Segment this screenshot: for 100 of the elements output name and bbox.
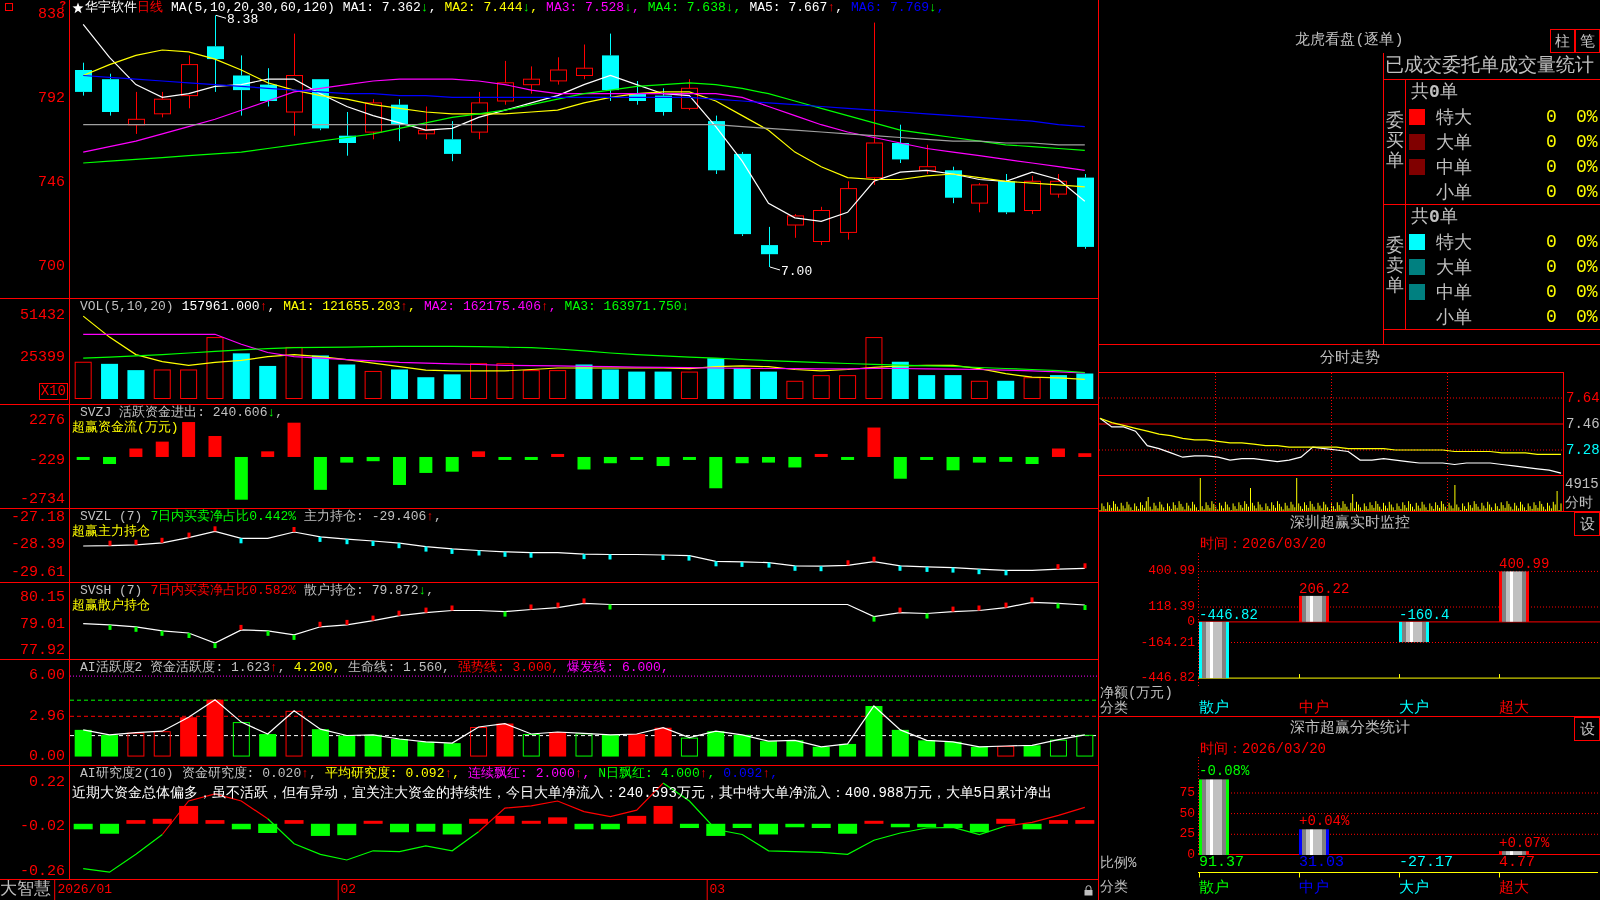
order-size-label: 小单: [1436, 181, 1473, 204]
square-icon[interactable]: [5, 3, 13, 11]
axis-tick-label: 746: [38, 175, 65, 192]
view-mode-button[interactable]: 柱: [1550, 29, 1575, 53]
candle: [655, 87, 672, 117]
settings-button[interactable]: 设: [1574, 512, 1600, 536]
order-total: 共0单: [1410, 206, 1459, 229]
axis-tick-label: -446.82: [1140, 670, 1195, 686]
order-count: 0: [1546, 131, 1558, 152]
legend-item: AI活跃度2: [80, 660, 143, 675]
panel-title: 龙虎看盘(逐单): [1294, 32, 1405, 51]
candle: [761, 226, 778, 268]
date-label: 02: [337, 880, 357, 900]
category-label: 超大: [1498, 879, 1530, 899]
period-label: 日线: [137, 0, 163, 15]
axis-tick-label: -27.18: [11, 510, 65, 526]
category-label: 散户: [1198, 879, 1230, 899]
candle: [1050, 173, 1067, 199]
candle: [154, 91, 171, 118]
candle: [181, 54, 198, 109]
legend-item: 强势线: 3.000,: [457, 660, 560, 675]
candle: [787, 213, 804, 239]
axis-tick-label: 7.64: [1566, 390, 1600, 406]
group-label: 委买单: [1385, 112, 1404, 172]
legend-item: SVZL (7): [80, 509, 143, 524]
candle: [919, 144, 936, 175]
candle: [892, 124, 909, 164]
axis-tick-label: 80.15: [20, 590, 65, 607]
order-count: 0: [1546, 181, 1558, 202]
axis-tick-label: 792: [38, 91, 65, 108]
axis-title: 分类: [1099, 701, 1129, 716]
category-label: 超大: [1498, 701, 1530, 716]
legend-item: SVSH (7): [80, 583, 143, 598]
panel-title: 分时走势: [1318, 348, 1381, 369]
candle: [365, 98, 382, 140]
axis-tick-label: 4915: [1565, 476, 1599, 492]
panel-title: 深市超赢分类统计: [1288, 720, 1411, 738]
candle: [471, 91, 488, 140]
legend-item: 散户持仓: 79.872↓,: [304, 583, 435, 598]
legend-item: 主力持仓: -29.406↑,: [304, 509, 442, 524]
axis-tick-label: 25: [1179, 826, 1195, 843]
order-percent: 0%: [1576, 306, 1599, 327]
order-count: 0: [1546, 281, 1558, 302]
group-label: 委卖单: [1385, 237, 1404, 297]
legend-item: 连续飘红: 2.000↑,: [468, 766, 591, 781]
legend-item: 爆发线: 6.000,: [567, 660, 669, 675]
axis-tick-label: 75: [1179, 784, 1195, 801]
legend-item: MA1: 121655.203↑,: [283, 299, 416, 314]
value-label: 4.77: [1498, 855, 1536, 871]
order-percent: 0%: [1576, 181, 1599, 202]
chart-caption: 超赢主力持仓: [72, 524, 151, 539]
category-label: 大户: [1398, 879, 1430, 899]
legend-item: 资金研究度: 0.020↑,: [181, 766, 317, 781]
legend-item: 活跃资金进出: 240.606↓,: [119, 405, 284, 420]
order-size-label: 大单: [1436, 256, 1473, 279]
order-size-label: 特大: [1436, 106, 1473, 129]
order-count: 0: [1546, 231, 1558, 252]
order-count: 0: [1546, 256, 1558, 277]
category-label: 中户: [1298, 879, 1330, 899]
axis-tick-label: -28.39: [11, 537, 65, 554]
order-size-label: 中单: [1436, 281, 1473, 304]
value-label: -446.82: [1199, 606, 1258, 623]
axis-tick-label: 0.22: [29, 775, 65, 792]
order-size-label: 中单: [1436, 156, 1473, 179]
date-label: 2026/01: [54, 880, 112, 900]
legend-item: MA3: 163971.750↓: [564, 299, 690, 314]
axis-tick-label: 7.28: [1566, 442, 1600, 458]
legend-item: MA4: 7.638↓,: [647, 0, 742, 15]
axis-tick-label: 2276: [29, 413, 65, 430]
annotation: 7.00: [781, 264, 813, 279]
legend-item: 157961.000↑,: [181, 299, 276, 314]
value-label: 91.37: [1198, 855, 1245, 871]
category-label: 大户: [1398, 701, 1430, 716]
candle: [102, 73, 119, 117]
order-percent: 0%: [1576, 256, 1599, 277]
axis-tick-label: 6.00: [29, 668, 65, 685]
axis-tick-label: 700: [38, 259, 65, 275]
view-mode-button[interactable]: 笔: [1575, 29, 1600, 53]
candle: [233, 54, 250, 117]
candle: [708, 115, 725, 175]
legend-item: N日飘红: 4.000↑,: [598, 766, 716, 781]
order-size-label: 特大: [1436, 231, 1473, 254]
axis-tick-label: 50: [1179, 805, 1195, 822]
lock-icon: [1084, 885, 1093, 896]
axis-tick-label: 0: [1187, 847, 1195, 863]
candle: [576, 44, 593, 80]
candle: [629, 80, 646, 106]
settings-button[interactable]: 设: [1574, 717, 1600, 741]
axis-tick-label: -2734: [20, 491, 65, 508]
chart-caption: 超赢散户持仓: [72, 598, 151, 613]
axis-tick-label: -229: [29, 452, 65, 469]
date-label: 时间：2026/03/20: [1199, 535, 1327, 553]
candle: [550, 56, 567, 86]
category-label: 中户: [1298, 701, 1330, 716]
value-label: 400.99: [1499, 556, 1550, 573]
candle: [418, 106, 435, 140]
order-percent: 0%: [1576, 156, 1599, 177]
star-icon: [72, 1, 84, 14]
order-count: 0: [1546, 306, 1558, 327]
axis-tick-label: 79.01: [20, 617, 65, 634]
